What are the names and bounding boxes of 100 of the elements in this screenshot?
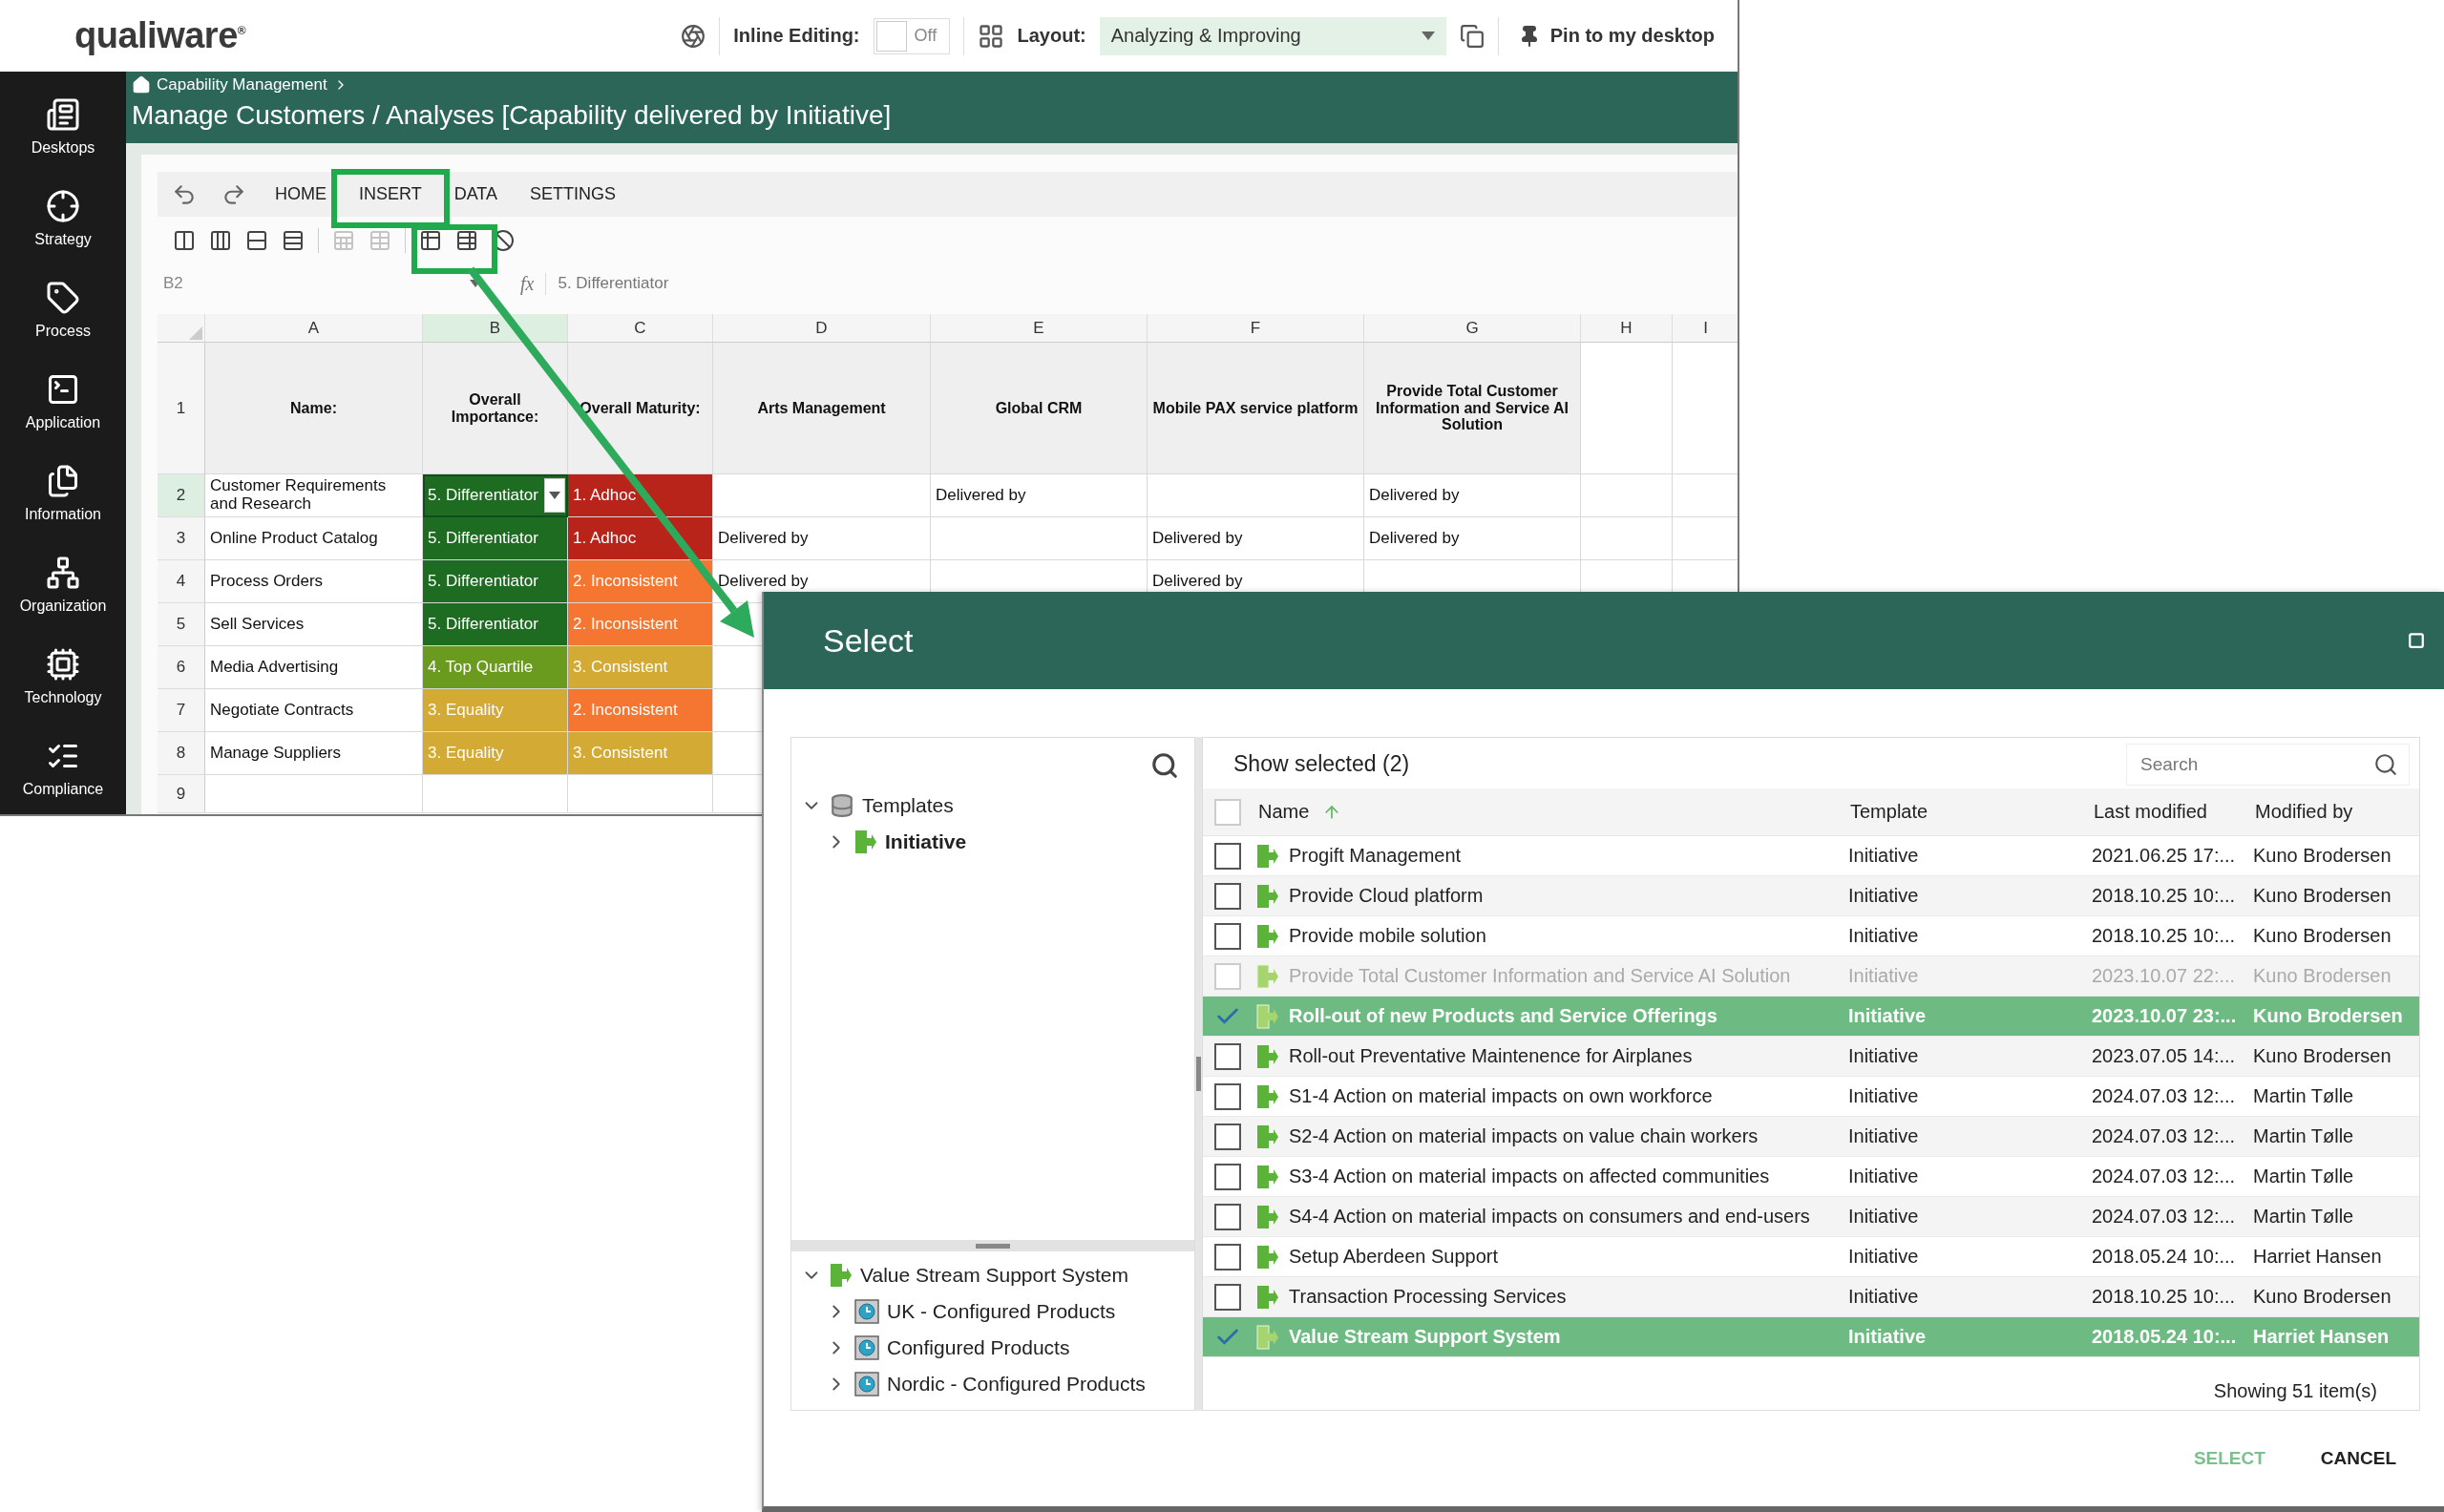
sidebar-item[interactable]: Desktops <box>0 81 126 173</box>
select-all-checkbox[interactable] <box>1214 798 1241 826</box>
inline-editing-toggle[interactable]: Off <box>873 17 950 54</box>
breadcrumb-link[interactable]: Capability Management <box>157 75 327 94</box>
row-checkbox[interactable] <box>1214 842 1241 870</box>
table-cell[interactable]: 5. Differentiator <box>423 474 568 517</box>
table-cell[interactable] <box>1581 474 1673 517</box>
table-icon[interactable] <box>419 229 442 252</box>
row-checkbox[interactable] <box>1214 1163 1241 1190</box>
row-checkbox[interactable] <box>1214 882 1241 910</box>
row-header[interactable]: 2 <box>158 474 205 517</box>
sidebar-item[interactable]: Information <box>0 448 126 539</box>
row-checkbox[interactable] <box>1214 922 1241 950</box>
table-cell[interactable]: 1. Adhoc <box>568 474 713 517</box>
show-selected-toggle[interactable]: Show selected (2) <box>1233 751 1410 777</box>
list-row[interactable]: S4-4 Action on material impacts on consumers and end-users Initiative 2024.07.03 12:... Martin Tølle <box>1203 1197 2419 1237</box>
sidebar-item[interactable]: Technology <box>0 631 126 723</box>
list-row[interactable]: Transaction Processing Services Initiative 2018.10.25 10:... Kuno Brodersen <box>1203 1277 2419 1317</box>
column-header[interactable]: F <box>1148 314 1364 343</box>
table-cell[interactable] <box>1581 343 1673 474</box>
pin-button[interactable]: Pin to my desktop <box>1511 23 1720 49</box>
row-checkbox[interactable] <box>1214 1123 1241 1150</box>
row-header[interactable]: 4 <box>158 560 205 603</box>
table-cell[interactable]: Customer Requirements and Research <box>205 474 423 517</box>
copy-icon[interactable] <box>1459 23 1485 49</box>
table-cell[interactable] <box>423 775 568 813</box>
columns-icon[interactable] <box>209 229 232 252</box>
row-header[interactable]: 3 <box>158 517 205 560</box>
table-cell[interactable] <box>205 775 423 813</box>
table-cell[interactable]: Provide Total Customer Information and Service AI Solution <box>1364 343 1581 474</box>
columns-icon[interactable] <box>173 229 196 252</box>
table-cell[interactable] <box>713 474 931 517</box>
table-cell[interactable] <box>931 517 1148 560</box>
tree-item[interactable]: Configured Products <box>887 1336 1070 1359</box>
table-cell[interactable]: Manage Suppliers <box>205 732 423 775</box>
home-icon[interactable] <box>132 75 151 94</box>
row-header[interactable]: 8 <box>158 732 205 775</box>
tree-item[interactable]: Nordic - Configured Products <box>887 1373 1146 1396</box>
table-cell[interactable]: Delivered by <box>1148 517 1364 560</box>
sidebar-item[interactable]: Application <box>0 356 126 448</box>
table-cell[interactable]: Name: <box>205 343 423 474</box>
row-checkbox[interactable] <box>1214 1203 1241 1230</box>
layout-dropdown[interactable]: Analyzing & Improving <box>1099 16 1446 55</box>
rows-icon[interactable] <box>282 229 305 252</box>
row-header[interactable]: 1 <box>158 343 205 474</box>
table-cell[interactable] <box>1148 474 1364 517</box>
ribbon-tab[interactable]: DATA <box>440 177 512 212</box>
ribbon-tab[interactable]: HOME <box>262 177 340 212</box>
column-header[interactable]: A <box>205 314 423 343</box>
sidebar-item[interactable]: Strategy <box>0 173 126 264</box>
column-header[interactable]: E <box>931 314 1148 343</box>
row-header[interactable]: 6 <box>158 646 205 689</box>
ribbon-tab[interactable]: INSERT <box>346 177 435 212</box>
table-cell[interactable]: Delivered by <box>931 474 1148 517</box>
tree-item[interactable]: Initiative <box>885 830 967 853</box>
row-checkbox[interactable] <box>1214 1042 1241 1070</box>
sidebar-item[interactable]: Process <box>0 264 126 356</box>
table-cell[interactable]: 5. Differentiator <box>423 603 568 646</box>
row-checkbox[interactable] <box>1214 1283 1241 1311</box>
column-header[interactable]: H <box>1581 314 1673 343</box>
table-cell[interactable]: Arts Management <box>713 343 931 474</box>
table-cell[interactable]: Sell Services <box>205 603 423 646</box>
table-cell[interactable]: Online Product Catalog <box>205 517 423 560</box>
rows-icon[interactable] <box>245 229 268 252</box>
table-cell[interactable]: Global CRM <box>931 343 1148 474</box>
row-checkbox[interactable] <box>1214 1082 1241 1110</box>
table-cell[interactable]: Delivered by <box>1364 474 1581 517</box>
sidebar-item[interactable]: Compliance <box>0 723 126 814</box>
formula-field[interactable]: 5. Differentiator <box>558 274 669 293</box>
row-header[interactable]: 5 <box>158 603 205 646</box>
search-icon[interactable] <box>1150 751 1179 780</box>
table-cell[interactable]: Delivered by <box>1364 517 1581 560</box>
table-cell[interactable] <box>568 775 713 813</box>
column-header[interactable]: C <box>568 314 713 343</box>
search-field[interactable]: Search <box>2126 743 2410 786</box>
tree-item[interactable]: Templates <box>862 794 954 817</box>
table-cell[interactable]: Mobile PAX service platform <box>1148 343 1364 474</box>
table-cell[interactable]: 5. Differentiator <box>423 560 568 603</box>
table-cell[interactable]: Delivered by <box>713 517 931 560</box>
table-cell[interactable]: Negotiate Contracts <box>205 689 423 732</box>
row-header[interactable]: 7 <box>158 689 205 732</box>
table-cell[interactable]: 5. Differentiator <box>423 517 568 560</box>
column-header[interactable]: B <box>423 314 568 343</box>
column-header[interactable]: Modified by <box>2255 801 2353 823</box>
tree-item[interactable]: Value Stream Support System <box>860 1264 1128 1287</box>
list-row[interactable]: Provide Cloud platform Initiative 2018.10.25 10:... Kuno Brodersen <box>1203 876 2419 916</box>
table-cell[interactable] <box>1581 517 1673 560</box>
ribbon-tab[interactable]: SETTINGS <box>516 177 630 212</box>
column-header[interactable]: D <box>713 314 931 343</box>
column-header[interactable]: G <box>1364 314 1581 343</box>
table-cell[interactable]: Overall Importance: <box>423 343 568 474</box>
table-icon[interactable] <box>455 229 478 252</box>
sidebar-item[interactable]: Organization <box>0 539 126 631</box>
column-header[interactable]: Template <box>1850 801 1928 823</box>
tree-item[interactable]: UK - Configured Products <box>887 1300 1116 1323</box>
table-cell[interactable]: Media Advertising <box>205 646 423 689</box>
column-header[interactable]: Last modified <box>2094 801 2207 823</box>
dropdown-button[interactable] <box>544 478 565 513</box>
column-header[interactable]: I <box>1673 314 1738 343</box>
aperture-icon[interactable] <box>681 23 706 49</box>
